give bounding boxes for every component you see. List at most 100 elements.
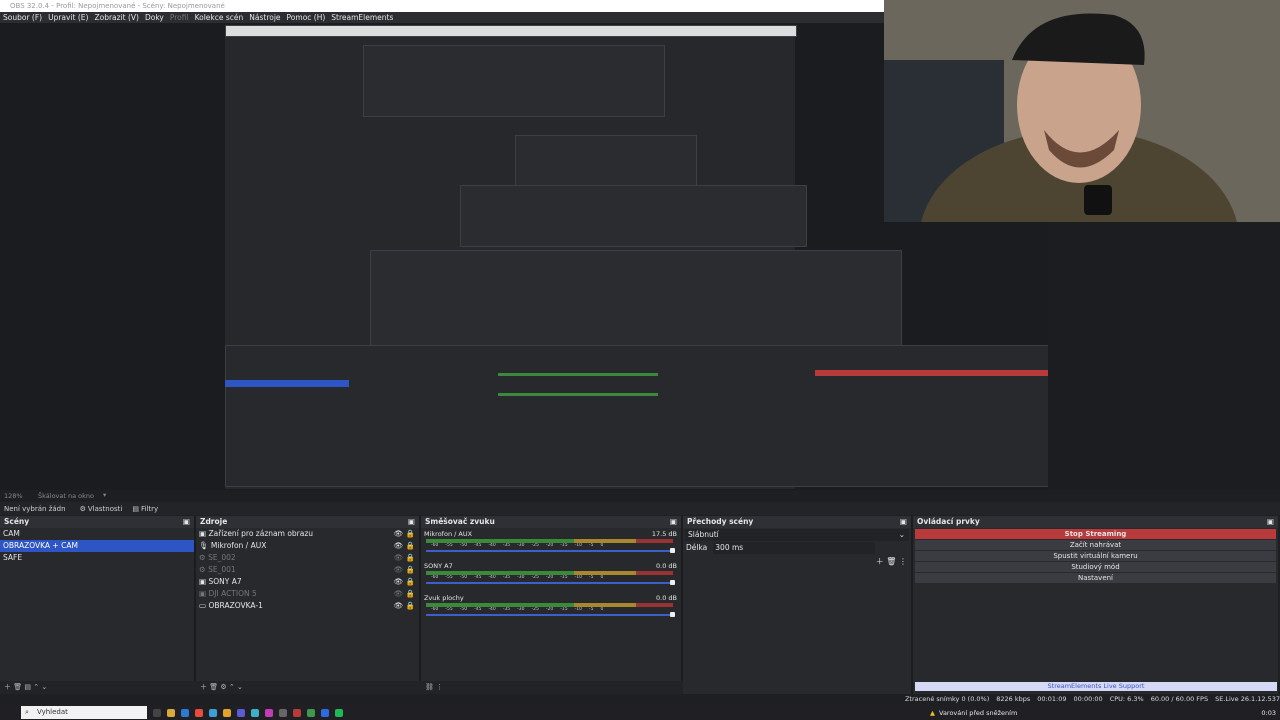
mixer-title: Směšovač zvuku — [425, 517, 495, 526]
add-source-button[interactable]: ＋ — [200, 683, 207, 691]
browser-icon[interactable] — [195, 708, 203, 717]
meter-ticks: -60 -55 -50 -45 -40 -35 -30 -25 -20 -15 -10 -5 0 — [431, 575, 604, 580]
dock-float-icon[interactable]: ▣ — [900, 516, 907, 528]
scene-filters-button[interactable]: ▤ — [24, 683, 31, 691]
app-icon[interactable] — [321, 708, 329, 717]
visibility-lock-icons[interactable]: 👁 🔒 — [394, 576, 419, 588]
link-icon[interactable]: ⛓ — [425, 683, 434, 691]
canvas-empty-area — [1048, 222, 1280, 490]
move-down-button[interactable]: ⌄ — [41, 683, 47, 691]
obs-icon[interactable] — [293, 708, 301, 717]
source-context-bar: Není vybrán žádn ⚙ Vlastnosti ▤ Filtry — [0, 502, 1280, 515]
scene-item-cam[interactable]: CAM — [0, 528, 194, 540]
app-icon[interactable] — [237, 708, 245, 717]
visibility-lock-icons[interactable]: 👁 🔒 — [394, 564, 419, 576]
add-transition-button[interactable]: ＋ — [876, 557, 884, 566]
bitrate: 8226 kbps — [996, 695, 1031, 703]
menu-help[interactable]: Pomoc (H) — [284, 13, 329, 22]
settings-button[interactable]: Nastavení — [915, 573, 1276, 583]
app-icon[interactable] — [209, 708, 217, 717]
source-item[interactable]: ▣ DJI ACTION 5 👁 🔒 — [196, 588, 419, 600]
source-item[interactable]: ⚙ SE_002 👁 🔒 — [196, 552, 419, 564]
visibility-lock-icons[interactable]: 👁 🔒 — [394, 528, 419, 540]
app-icon[interactable] — [265, 708, 273, 717]
system-tray: ▲ Varování před sněžením 0:03 — [930, 705, 1280, 720]
studio-mode-button[interactable]: Studiový mód — [915, 562, 1276, 572]
transition-type: Slábnutí — [688, 530, 719, 539]
transition-type-select[interactable]: Slábnutí ⌄ — [685, 529, 909, 541]
menu-view[interactable]: Zobrazit (V) — [91, 13, 142, 22]
app-icon[interactable] — [181, 708, 189, 717]
app-icon[interactable] — [279, 708, 287, 717]
visibility-lock-icons[interactable]: 👁 🔒 — [394, 540, 419, 552]
app-icon[interactable] — [223, 708, 231, 717]
nested-meter — [498, 373, 658, 376]
dock-float-icon[interactable]: ▣ — [183, 516, 190, 528]
file-explorer-icon[interactable] — [167, 708, 175, 717]
stop-streaming-button[interactable]: Stop Streaming — [915, 529, 1276, 539]
app-icon[interactable] — [307, 708, 315, 717]
taskbar-search-input[interactable]: ⌕ Vyhledat — [21, 706, 147, 719]
visibility-lock-icons[interactable]: 👁 🔒 — [394, 552, 419, 564]
remove-source-button[interactable]: 🗑 — [209, 683, 218, 691]
volume-slider[interactable] — [426, 548, 675, 553]
more-options-icon[interactable]: ⋮ — [436, 683, 443, 691]
menu-docks[interactable]: Doky — [142, 13, 167, 22]
task-view-icon[interactable] — [153, 708, 161, 717]
cpu-usage: CPU: 6.3% — [1109, 695, 1144, 703]
source-item[interactable]: ▭ OBRAZOVKA-1 👁 🔒 — [196, 600, 419, 612]
filters-button[interactable]: Filtry — [141, 505, 158, 513]
add-scene-button[interactable]: ＋ — [4, 683, 11, 691]
webcam-person-image — [884, 0, 1280, 222]
move-down-button[interactable]: ⌄ — [237, 683, 243, 691]
dock-float-icon[interactable]: ▣ — [1267, 516, 1274, 528]
controls-dock: Ovládací prvky ▣ Stop Streaming Začít nah… — [913, 516, 1278, 694]
more-options-icon[interactable]: ⋮ — [899, 557, 907, 566]
scenes-dock: Scény ▣ CAM OBRAZOVKA + CAM SAFE ＋ 🗑 ▤ ⌃ … — [0, 516, 198, 694]
spotify-icon[interactable] — [335, 708, 343, 717]
source-item[interactable]: ▣ Zařízení pro záznam obrazu 👁 🔒 — [196, 528, 419, 540]
sources-dock: Zdroje ▣ ▣ Zařízení pro záznam obrazu 👁 🔒 … — [196, 516, 423, 694]
properties-button[interactable]: Vlastnosti — [88, 505, 122, 513]
visibility-lock-icons[interactable]: 👁 🔒 — [394, 588, 419, 600]
visibility-lock-icons[interactable]: 👁 🔒 — [394, 600, 419, 612]
menu-tools[interactable]: Nástroje — [246, 13, 283, 22]
clock[interactable]: 0:03 — [1261, 709, 1280, 717]
duration-input[interactable]: 300 ms — [713, 542, 876, 554]
streamelements-support-link[interactable]: StreamElements Live Support — [915, 682, 1277, 691]
move-up-button[interactable]: ⌃ — [33, 683, 39, 691]
volume-slider[interactable] — [426, 612, 675, 617]
start-virtual-camera-button[interactable]: Spustit virtuální kameru — [915, 551, 1276, 561]
sources-title: Zdroje — [200, 517, 228, 526]
microphone-icon: 🎙 — [199, 541, 211, 550]
gear-icon: ⚙ — [79, 504, 86, 513]
menu-edit[interactable]: Upravit (E) — [45, 13, 91, 22]
scale-mode[interactable]: Škálovat na okno — [38, 492, 94, 500]
move-up-button[interactable]: ⌃ — [229, 683, 235, 691]
zoom-level[interactable]: 128% — [4, 492, 23, 500]
chevron-down-icon[interactable]: ▾ — [103, 491, 106, 499]
menu-scene-collection[interactable]: Kolekce scén — [192, 13, 247, 22]
nested-layer-5 — [225, 345, 1052, 487]
no-source-selected: Není vybrán žádn — [4, 504, 66, 513]
scene-item-safe[interactable]: SAFE — [0, 552, 194, 564]
source-item[interactable]: ⚙ SE_001 👁 🔒 — [196, 564, 419, 576]
volume-slider[interactable] — [426, 580, 675, 585]
source-item[interactable]: 🎙 Mikrofon / AUX 👁 🔒 — [196, 540, 419, 552]
source-label: SE_002 — [208, 553, 236, 562]
nested-meter — [498, 393, 658, 396]
weather-warning[interactable]: Varování před sněžením — [939, 709, 1017, 717]
menu-profile[interactable]: Profil — [167, 13, 192, 22]
dock-float-icon[interactable]: ▣ — [670, 516, 677, 528]
nested-titlebar — [225, 25, 797, 37]
menu-streamelements[interactable]: StreamElements — [328, 13, 396, 22]
scene-item-obrazovka-cam[interactable]: OBRAZOVKA + CAM — [0, 540, 194, 552]
menu-file[interactable]: Soubor (F) — [0, 13, 45, 22]
source-item[interactable]: ▣ SONY A7 👁 🔒 — [196, 576, 419, 588]
dock-float-icon[interactable]: ▣ — [408, 516, 415, 528]
remove-scene-button[interactable]: 🗑 — [13, 683, 22, 691]
start-recording-button[interactable]: Začít nahrávat — [915, 540, 1276, 550]
app-icon[interactable] — [251, 708, 259, 717]
source-settings-button[interactable]: ⚙ — [220, 683, 226, 691]
remove-transition-button[interactable]: 🗑 — [886, 557, 896, 566]
